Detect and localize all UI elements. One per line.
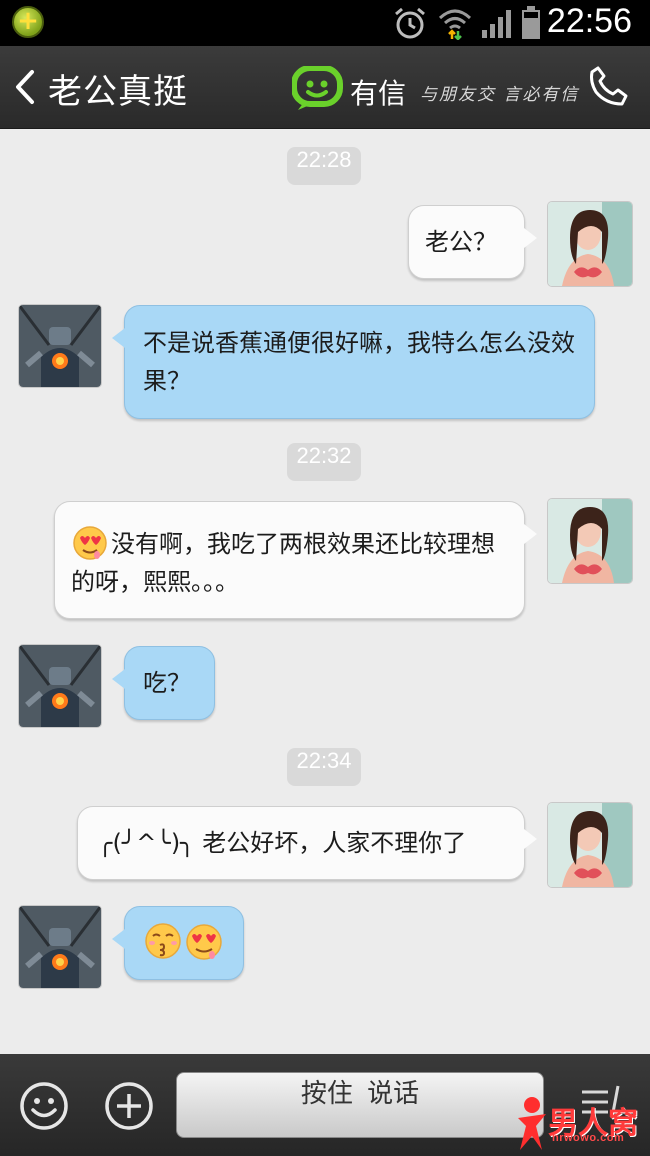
my-avatar[interactable]: [548, 499, 632, 583]
message-content: 没有啊，我吃了两根效果还比较理想的呀，熙熙。。。: [71, 524, 508, 601]
app-badge-icon: [12, 6, 44, 38]
robot-avatar-image: [19, 645, 101, 727]
watermark-url: nrwowo.com: [552, 1132, 625, 1144]
message-text: 老公？: [425, 228, 497, 256]
smiley-icon[interactable]: [18, 1080, 70, 1132]
plus-icon[interactable]: [103, 1080, 155, 1132]
message-text: 吃？: [143, 669, 191, 697]
hold-to-talk-button[interactable]: 按住 说话: [176, 1072, 544, 1138]
timestamp: 22:32: [287, 443, 361, 481]
phone-icon[interactable]: [586, 64, 630, 108]
conversation-title: 老公真挺: [48, 72, 188, 112]
timestamp: 22:34: [287, 748, 361, 786]
message-text: ╭(╯^╰)╮ 老公好坏，人家不理你了: [98, 829, 467, 857]
kiss-emoji: [145, 923, 181, 959]
outgoing-message[interactable]: ╭(╯^╰)╮ 老公好坏，人家不理你了: [77, 806, 537, 880]
status-bar: 22:56: [0, 0, 650, 46]
clock-time: 22:56: [546, 2, 632, 40]
contact-avatar[interactable]: [19, 305, 101, 387]
brand-name: 有信: [350, 77, 407, 110]
message-text: 没有啊，我吃了两根效果还比较理想的呀，熙熙。。。: [71, 530, 495, 596]
my-avatar[interactable]: [548, 202, 632, 286]
heart-eyes-emoji: [73, 526, 107, 560]
contact-avatar[interactable]: [19, 645, 101, 727]
message-text: 不是说香蕉通便很好嘛，我特么怎么没效果？: [143, 329, 575, 395]
woman-avatar-image: [548, 499, 632, 583]
battery-icon: [522, 6, 540, 39]
youxin-logo-icon: [292, 66, 343, 110]
robot-avatar-image: [19, 906, 101, 988]
incoming-message[interactable]: 吃？: [112, 646, 215, 720]
timestamp: 22:28: [287, 147, 361, 185]
title-bar: 老公真挺 有信 与朋友交 言必有信: [0, 46, 650, 129]
chevron-left-icon[interactable]: [8, 62, 42, 112]
watermark-figure-icon: [518, 1097, 546, 1150]
signal-icon: [482, 10, 511, 38]
robot-avatar-image: [19, 305, 101, 387]
outgoing-message[interactable]: 老公？: [408, 205, 537, 279]
incoming-message[interactable]: 不是说香蕉通便很好嘛，我特么怎么没效果？: [112, 305, 595, 419]
brand-slogan: 与朋友交 言必有信: [420, 85, 580, 105]
alarm-icon: [395, 7, 425, 39]
wifi-icon: [438, 9, 472, 40]
incoming-message[interactable]: [112, 906, 244, 980]
contact-avatar[interactable]: [19, 906, 101, 988]
woman-avatar-image: [548, 803, 632, 887]
my-avatar[interactable]: [548, 803, 632, 887]
heart-eyes-emoji: [186, 924, 222, 960]
outgoing-message[interactable]: 没有啊，我吃了两根效果还比较理想的呀，熙熙。。。: [54, 501, 537, 619]
woman-avatar-image: [548, 202, 632, 286]
